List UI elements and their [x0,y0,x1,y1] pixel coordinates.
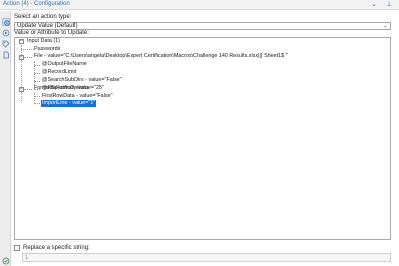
tree-node-input-data[interactable]: Input Data (1) [26,38,61,45]
check-circle-icon[interactable] [2,257,10,265]
replace-string-label: Replace a specific string: [23,245,90,251]
tree-connector [24,57,32,58]
tree-node-search-sub-dirs[interactable]: @SearchSubDirs - value="False" [41,77,123,84]
action-type-label: Select an action type: [14,14,72,20]
replace-string-checkbox[interactable] [14,245,20,251]
action-icon[interactable] [2,29,10,37]
action-type-dropdown[interactable]: Update Value (Default) ⌄ [14,22,391,30]
attribute-tree[interactable]: − Input Data (1) Passwords − File - valu… [14,37,391,240]
tree-connector [34,65,40,66]
panel-menu-icon[interactable]: ⌄ [370,0,378,9]
left-toolbar [0,11,11,266]
tree-connector [34,96,40,97]
tree-connector [34,103,40,104]
tree-collapse-icon[interactable]: − [19,55,24,60]
tree-node-first-row-data[interactable]: FirstRowData - value="False" [41,93,113,100]
pin-icon[interactable]: ⊥ [385,0,393,9]
tree-node-format-specific-options[interactable]: FormatSpecificOptions [33,85,90,92]
window-title: Action (4) - Configuration [3,1,70,7]
tree-connector [34,81,40,82]
window-titlebar: Action (4) - Configuration ⌄ ⊥ [0,0,399,10]
replace-string-field[interactable] [22,253,391,262]
tree-node-record-limit[interactable]: @RecordLimit [41,69,77,76]
tree-connector [24,89,32,90]
gear-icon[interactable] [2,18,10,26]
tree-node-import-line[interactable]: ImportLine - value="1" [41,100,97,107]
action-type-selected: Update Value (Default) [17,23,78,29]
tag-icon[interactable] [2,40,10,48]
tree-node-passwords[interactable]: Passwords [33,46,61,53]
tree-collapse-icon[interactable]: − [19,39,24,44]
chevron-down-icon[interactable]: ⌄ [382,23,389,30]
document-icon[interactable] [2,51,10,59]
tree-node-output-file-name[interactable]: @OutputFileName [41,61,88,68]
attribute-label: Value or Attribute to Update: [14,30,89,36]
tree-node-file[interactable]: File - value="C:\Users\angela\Desktop\Ex… [33,53,289,60]
tree-collapse-icon[interactable]: − [19,87,24,92]
tree-connector [34,93,35,101]
tree-connector [34,73,40,74]
replace-string-input[interactable] [23,254,390,261]
